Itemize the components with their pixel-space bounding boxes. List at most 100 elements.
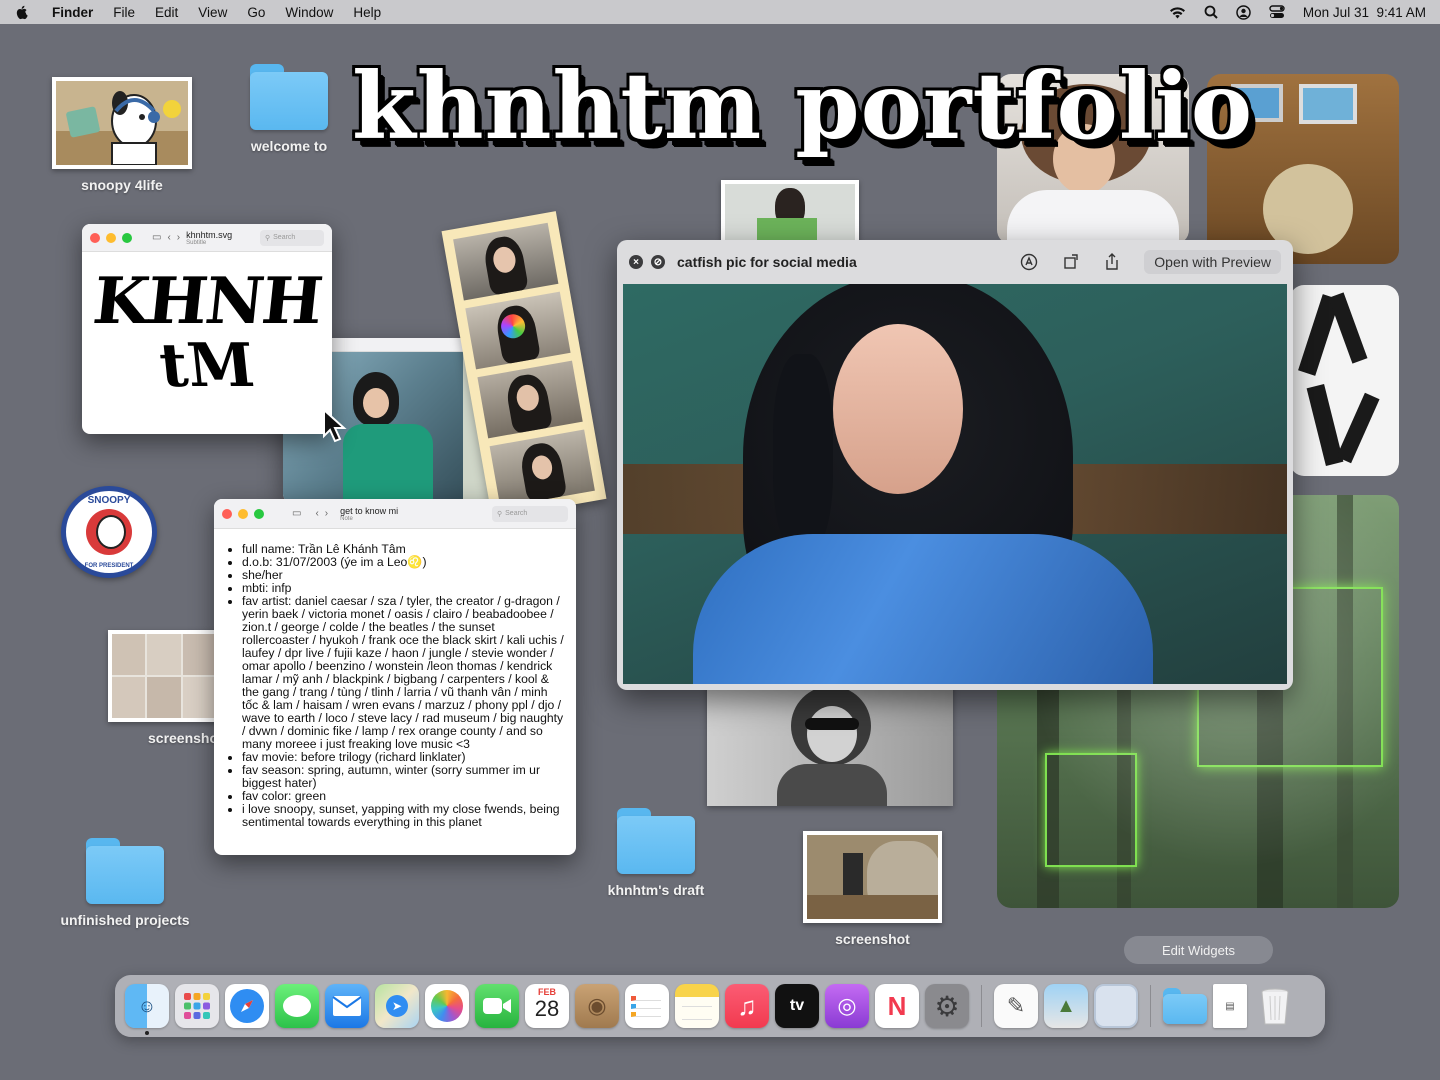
khnhtm-logo: KHNH tM	[82, 252, 332, 401]
zoom-button[interactable]	[254, 508, 264, 519]
dock-finder[interactable]: ☺	[125, 984, 169, 1035]
apple-tv-label: tv	[789, 997, 805, 1014]
dock-facetime[interactable]	[475, 984, 519, 1028]
photo-sunglasses-bw[interactable]	[707, 680, 953, 806]
share-icon[interactable]	[1104, 253, 1120, 271]
dock-apple-tv[interactable]: tv	[775, 984, 819, 1028]
preview-title: catfish pic for social media	[677, 254, 857, 270]
edit-widgets-button[interactable]: Edit Widgets	[1124, 936, 1273, 964]
desktop-item-snoopy[interactable]: snoopy 4life	[52, 77, 192, 193]
notes-window-subtitle: Note	[340, 515, 353, 522]
dock-contacts[interactable]: ◉	[575, 984, 619, 1028]
dock-downloads-folder[interactable]	[1163, 984, 1207, 1028]
menu-app-finder[interactable]: Finder	[52, 5, 93, 20]
dock-news[interactable]: N	[875, 984, 919, 1028]
dock-calendar[interactable]: FEB 28	[525, 984, 569, 1028]
search-icon[interactable]	[1204, 5, 1218, 19]
preview-photos-icon: ▲	[1056, 994, 1076, 1017]
dock-blank-app[interactable]	[1094, 984, 1138, 1028]
search-placeholder: Search	[273, 234, 296, 241]
desktop-item-screenshot-left[interactable]: screenshot	[108, 630, 223, 746]
back-icon[interactable]: ‹	[315, 508, 318, 519]
note-item: fav season: spring, autumn, winter (sorr…	[242, 764, 564, 790]
dock-maps[interactable]: ➤	[375, 984, 419, 1028]
menu-help[interactable]: Help	[353, 5, 381, 20]
photo-thumbnail-classroom[interactable]	[721, 180, 859, 246]
desktop-item-screenshot-bottom[interactable]: screenshot	[803, 831, 942, 947]
user-account-icon[interactable]	[1236, 4, 1251, 20]
dock-mail[interactable]	[325, 984, 369, 1028]
minimize-button[interactable]	[106, 232, 116, 243]
logo-line-2: tM	[156, 331, 258, 401]
textedit-pen-icon: ✎	[1006, 993, 1026, 1018]
maps-arrow-icon: ➤	[386, 995, 408, 1017]
folder-khnhtms-draft[interactable]: khnhtm's draft	[600, 808, 712, 898]
dock-preview[interactable]: ▲	[1044, 984, 1088, 1028]
svg-window-toolbar: ▭ ‹ › khnhtm.svg Subtitle ⚲ Search	[82, 224, 332, 252]
note-item: d.o.b: 31/07/2003 (ýe im a Leo♌)	[242, 556, 564, 569]
search-icon: ⚲	[497, 510, 503, 518]
folder-unfinished-label: unfinished projects	[60, 912, 190, 928]
dock-trash[interactable]	[1253, 984, 1297, 1028]
menu-clock[interactable]: Mon Jul 31 9:41 AM	[1303, 5, 1426, 20]
folder-welcome-label: welcome to	[250, 138, 328, 154]
rotate-icon[interactable]	[1062, 253, 1080, 271]
notes-window-title: get to know mi	[340, 505, 399, 516]
dock-system-settings[interactable]: ⚙	[925, 984, 969, 1028]
dock-safari[interactable]	[225, 984, 269, 1028]
dock-music[interactable]: ♫	[725, 984, 769, 1028]
snoopy-for-president-badge[interactable]: SNOOPY FOR PRESIDENT	[61, 486, 157, 578]
messages-bubble-icon	[283, 995, 311, 1017]
notes-window[interactable]: ▭ ‹ › get to know mi Note ⚲ Search full …	[214, 499, 576, 855]
menu-window[interactable]: Window	[285, 5, 333, 20]
wifi-icon[interactable]	[1169, 6, 1186, 19]
sidebar-icon[interactable]: ▭	[152, 232, 161, 243]
sidebar-icon[interactable]: ▭	[292, 508, 301, 519]
control-center-icon[interactable]	[1269, 5, 1285, 19]
contacts-person-icon: ◉	[587, 993, 607, 1018]
dock-textedit[interactable]: ✎	[994, 984, 1038, 1028]
folder-icon	[86, 838, 164, 904]
menu-edit[interactable]: Edit	[155, 5, 178, 20]
svg-window-search[interactable]: ⚲ Search	[260, 229, 324, 246]
svg-window[interactable]: ▭ ‹ › khnhtm.svg Subtitle ⚲ Search KHNH …	[82, 224, 332, 434]
close-button[interactable]	[222, 508, 232, 519]
notes-lines-icon	[682, 1006, 712, 1020]
screenshot-bottom-label: screenshot	[835, 931, 910, 947]
fullscreen-icon[interactable]: ⊘	[651, 255, 665, 269]
photo-dancers[interactable]	[1290, 285, 1399, 476]
folder-unfinished-projects[interactable]: unfinished projects	[52, 838, 198, 928]
close-icon[interactable]: ×	[629, 255, 643, 269]
dock-notes[interactable]	[675, 984, 719, 1028]
dock-messages[interactable]	[275, 984, 319, 1028]
zoom-button[interactable]	[122, 232, 132, 243]
dock-podcasts[interactable]: ◎	[825, 984, 869, 1028]
snoopy-label: snoopy 4life	[81, 177, 163, 193]
menu-view[interactable]: View	[198, 5, 227, 20]
forward-icon[interactable]: ›	[325, 508, 328, 519]
open-with-preview-button[interactable]: Open with Preview	[1144, 250, 1281, 274]
dock-reminders[interactable]	[625, 984, 669, 1028]
dock-photos[interactable]	[425, 984, 469, 1028]
menu-file[interactable]: File	[113, 5, 135, 20]
back-icon[interactable]: ‹	[167, 232, 170, 243]
dock-recent-document[interactable]: ▤	[1213, 984, 1247, 1028]
menu-go[interactable]: Go	[247, 5, 265, 20]
badge-bottom-text: FOR PRESIDENT	[84, 563, 134, 569]
apple-icon[interactable]	[14, 4, 30, 20]
document-icon: ▤	[1225, 1000, 1235, 1012]
minimize-button[interactable]	[238, 508, 248, 519]
preview-photo	[623, 284, 1287, 684]
preview-window[interactable]: × ⊘ catfish pic for social media Open wi…	[617, 240, 1293, 690]
calendar-day: 28	[534, 996, 560, 1021]
close-button[interactable]	[90, 232, 100, 243]
folder-welcome-to[interactable]: welcome to	[244, 64, 334, 154]
photos-flower-icon	[431, 990, 463, 1022]
notes-window-search[interactable]: ⚲ Search	[492, 505, 568, 522]
forward-icon[interactable]: ›	[177, 232, 180, 243]
safari-compass-icon	[230, 989, 264, 1023]
notes-window-toolbar: ▭ ‹ › get to know mi Note ⚲ Search	[214, 499, 576, 529]
dock-launchpad[interactable]	[175, 984, 219, 1028]
markup-icon[interactable]	[1020, 253, 1038, 271]
screenshot-bottom-thumbnail	[803, 831, 942, 923]
